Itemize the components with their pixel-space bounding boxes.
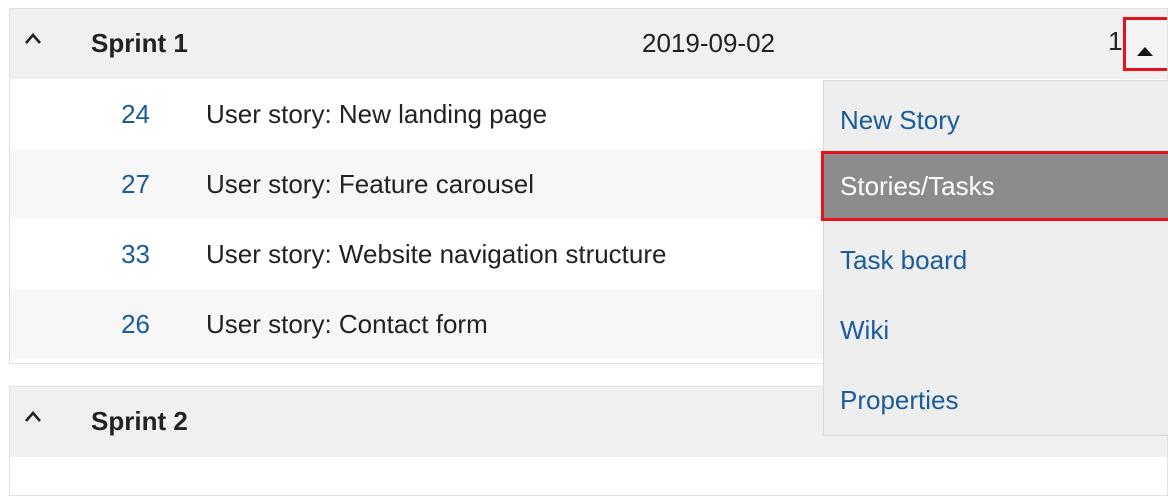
menu-item-new-story[interactable]: New Story xyxy=(824,85,1168,155)
sprint-date: 2019-09-02 xyxy=(642,28,775,58)
story-title: User story: Contact form xyxy=(206,309,488,339)
story-id-link[interactable]: 26 xyxy=(92,309,150,340)
menu-item-stories-tasks[interactable]: Stories/Tasks xyxy=(821,151,1168,221)
menu-item-label: Wiki xyxy=(840,315,890,345)
sprint-1-header[interactable]: Sprint 1 2019-09-02 12 xyxy=(10,9,1167,79)
story-title: User story: Website navigation structure xyxy=(206,239,667,269)
chevron-up-icon[interactable] xyxy=(24,31,42,45)
sprint-menu-toggle-button[interactable] xyxy=(1123,17,1167,71)
triangle-up-icon xyxy=(1137,47,1153,56)
chevron-up-icon[interactable] xyxy=(24,409,42,423)
menu-item-task-board[interactable]: Task board xyxy=(824,225,1168,295)
menu-item-label: Task board xyxy=(840,245,968,275)
sprint-name: Sprint 2 xyxy=(91,406,188,436)
story-id-link[interactable]: 27 xyxy=(92,169,150,200)
menu-item-properties[interactable]: Properties xyxy=(824,365,1168,435)
menu-item-label: Stories/Tasks xyxy=(840,171,995,201)
sprint-context-menu: New Story Stories/Tasks Task board Wiki … xyxy=(821,80,1168,436)
story-title: User story: Feature carousel xyxy=(206,169,535,199)
menu-item-wiki[interactable]: Wiki xyxy=(824,295,1168,365)
menu-item-label: New Story xyxy=(840,105,960,135)
sprint-name: Sprint 1 xyxy=(91,28,188,58)
menu-item-label: Properties xyxy=(840,385,959,415)
story-title: User story: New landing page xyxy=(206,99,548,129)
story-id-link[interactable]: 33 xyxy=(92,239,150,270)
story-id-link[interactable]: 24 xyxy=(92,99,150,130)
